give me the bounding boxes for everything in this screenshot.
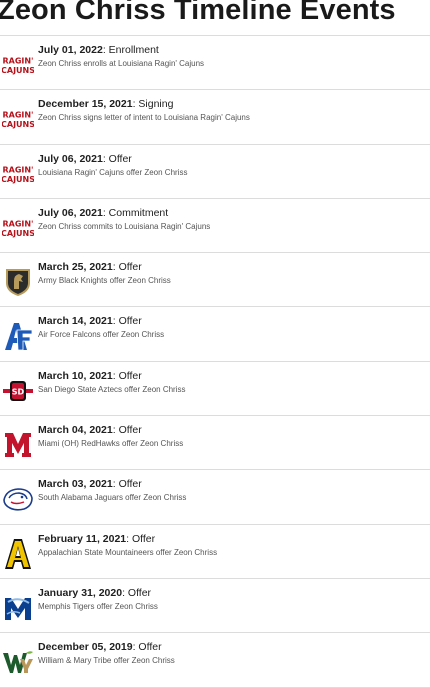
event-description: Miami (OH) RedHawks offer Zeon Chriss (38, 439, 184, 449)
air-force-logo (2, 320, 34, 352)
timeline-event[interactable]: RAGIN' CAJUNS July 06, 2021: Commitment … (0, 199, 430, 254)
event-date: February 11, 2021 (38, 532, 127, 545)
event-kind: Commitment (108, 206, 169, 219)
app-state-logo (2, 538, 34, 570)
ragin-cajuns-logo: RAGIN' CAJUNS (2, 158, 34, 190)
event-description: Zeon Chriss signs letter of intent to Lo… (38, 113, 250, 123)
event-description: Air Force Falcons offer Zeon Chriss (38, 330, 165, 340)
event-date: January 31, 2020 (38, 586, 123, 599)
event-kind: Offer (118, 424, 142, 437)
event-date: March 10, 2021 (38, 369, 113, 382)
event-description: Louisiana Ragin' Cajuns offer Zeon Chris… (38, 167, 188, 177)
event-date: July 06, 2021 (38, 152, 103, 165)
william-mary-logo (2, 646, 34, 678)
event-date: March 04, 2021 (38, 424, 113, 437)
ragin-cajuns-logo: RAGIN' CAJUNS (2, 49, 34, 81)
timeline-event[interactable]: RAGIN' CAJUNS July 06, 2021: Offer Louis… (0, 145, 430, 199)
event-kind: Enrollment (108, 44, 159, 56)
event-title: December 05, 2019: Offer (38, 641, 162, 654)
ragin-cajuns-logo: RAGIN' CAJUNS (2, 103, 34, 135)
event-date: December 15, 2021 (38, 98, 133, 111)
miami-oh-logo (2, 429, 34, 461)
svg-text:CAJUNS: CAJUNS (2, 175, 34, 184)
event-title: March 14, 2021: Offer (38, 315, 142, 328)
timeline-event[interactable]: March 14, 2021: Offer Air Force Falcons … (0, 307, 430, 362)
timeline-event[interactable]: February 11, 2021: Offer Appalachian Sta… (0, 525, 430, 579)
event-title: March 03, 2021: Offer (38, 478, 142, 491)
event-description: William & Mary Tribe offer Zeon Chriss (38, 656, 175, 666)
event-kind: Offer (118, 478, 142, 491)
event-kind: Offer (118, 369, 142, 382)
event-kind: Offer (138, 641, 162, 654)
event-date: July 06, 2021 (38, 206, 103, 219)
event-description: Memphis Tigers offer Zeon Chriss (38, 601, 158, 611)
south-alabama-logo (2, 483, 34, 515)
svg-text:RAGIN': RAGIN' (2, 57, 33, 66)
svg-text:RAGIN': RAGIN' (2, 111, 33, 120)
army-knight-logo (2, 266, 34, 298)
event-description: Appalachian State Mountaineers offer Zeo… (38, 547, 218, 557)
ragin-cajuns-logo: RAGIN' CAJUNS (2, 212, 34, 244)
event-kind: Offer (118, 261, 142, 274)
event-date: December 05, 2019 (38, 641, 133, 654)
event-date: July 01, 2022 (38, 44, 103, 56)
event-date: March 03, 2021 (38, 478, 113, 491)
event-description: South Alabama Jaguars offer Zeon Chriss (38, 493, 187, 503)
event-title: January 31, 2020: Offer (38, 586, 152, 599)
timeline-event[interactable]: March 04, 2021: Offer Miami (OH) RedHawk… (0, 416, 430, 471)
event-date: March 14, 2021 (38, 315, 113, 328)
event-title: February 11, 2021: Offer (38, 532, 156, 545)
svg-text:CAJUNS: CAJUNS (2, 229, 34, 238)
timeline-event[interactable]: RAGIN' CAJUNS December 15, 2021: Signing… (0, 90, 430, 145)
event-title: March 04, 2021: Offer (38, 424, 142, 437)
event-description: San Diego State Aztecs offer Zeon Chriss (38, 384, 186, 394)
event-kind: Offer (127, 586, 152, 599)
event-description: Zeon Chriss enrolls at Louisiana Ragin' … (38, 59, 205, 68)
event-kind: Offer (118, 315, 142, 328)
svg-text:SD: SD (12, 387, 25, 396)
event-description: Army Black Knights offer Zeon Chriss (38, 276, 171, 286)
event-title: July 06, 2021: Offer (38, 152, 132, 165)
page-title: Zeon Chriss Timeline Events (0, 0, 396, 26)
svg-text:CAJUNS: CAJUNS (2, 66, 34, 75)
event-kind: Signing (138, 98, 174, 111)
event-title: July 01, 2022: Enrollment (38, 44, 159, 56)
memphis-logo (2, 592, 34, 624)
event-title: July 06, 2021: Commitment (38, 206, 169, 219)
event-date: March 25, 2021 (38, 261, 113, 274)
timeline-event[interactable]: March 25, 2021: Offer Army Black Knights… (0, 253, 430, 308)
timeline-event[interactable]: RAGIN' CAJUNS July 01, 2022: Enrollment … (0, 36, 430, 91)
sdsu-logo: SD (2, 375, 34, 407)
timeline-event[interactable]: December 05, 2019: Offer William & Mary … (0, 633, 430, 688)
svg-text:CAJUNS: CAJUNS (2, 120, 34, 129)
timeline-event[interactable]: March 03, 2021: Offer South Alabama Jagu… (0, 470, 430, 525)
event-description: Zeon Chriss commits to Louisiana Ragin' … (38, 221, 211, 231)
svg-text:RAGIN': RAGIN' (2, 219, 33, 228)
event-kind: Offer (132, 532, 156, 545)
svg-text:RAGIN': RAGIN' (2, 165, 33, 174)
event-kind: Offer (108, 152, 132, 165)
event-title: March 10, 2021: Offer (38, 369, 142, 382)
event-title: March 25, 2021: Offer (38, 261, 142, 274)
timeline-event[interactable]: January 31, 2020: Offer Memphis Tigers o… (0, 579, 430, 634)
timeline-event[interactable]: SD March 10, 2021: Offer San Diego State… (0, 362, 430, 417)
event-title: December 15, 2021: Signing (38, 98, 174, 111)
timeline-list: RAGIN' CAJUNS July 01, 2022: Enrollment … (0, 36, 430, 688)
